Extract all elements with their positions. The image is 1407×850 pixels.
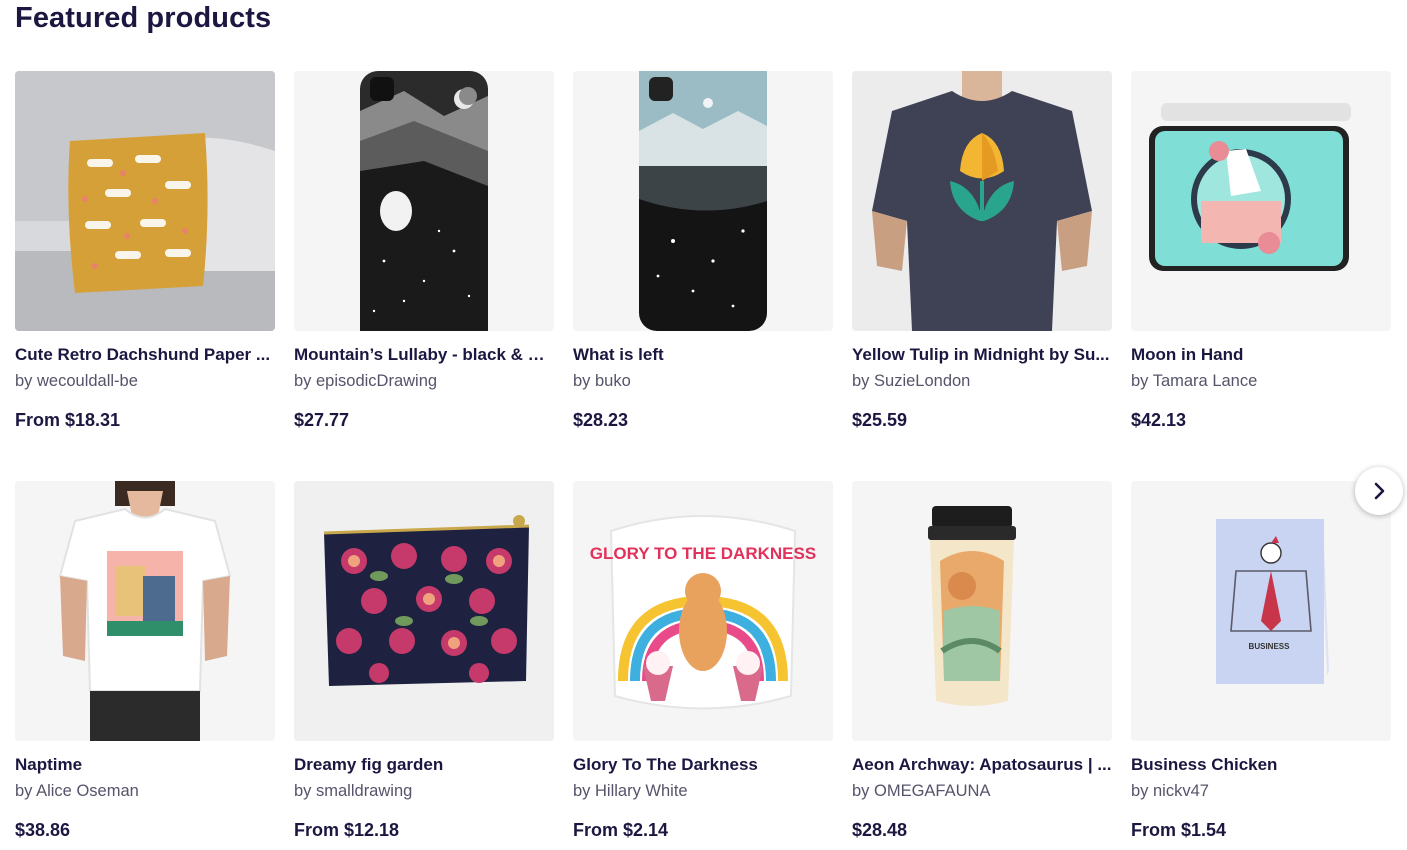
product-artist[interactable]: by Hillary White xyxy=(573,781,833,801)
product-artist[interactable]: by wecouldall-be xyxy=(15,371,275,391)
product-title: Cute Retro Dachshund Paper ... xyxy=(15,345,271,364)
product-price: From $2.14 xyxy=(573,820,669,840)
product-price: $28.23 xyxy=(573,410,629,430)
product-card[interactable]: Moon in Hand by Tamara Lance $42.13 xyxy=(1131,71,1391,481)
product-price: From $12.18 xyxy=(294,820,400,840)
product-image-greeting-card: BUSINESS xyxy=(1131,481,1391,741)
product-artist[interactable]: by nickv47 xyxy=(1131,781,1391,801)
product-artist[interactable]: by episodicDrawing xyxy=(294,371,554,391)
product-price: $28.48 xyxy=(852,820,908,840)
product-artist[interactable]: by SuzieLondon xyxy=(852,371,1112,391)
product-image-sticker: GLORY TO THE DARKNESS xyxy=(573,481,833,741)
product-image-phone-case xyxy=(294,71,554,331)
product-title: Yellow Tulip in Midnight by Su... xyxy=(852,345,1110,364)
product-title: What is left xyxy=(573,345,664,364)
product-image-t-shirt xyxy=(852,71,1112,331)
product-price: $42.13 xyxy=(1131,410,1187,430)
product-title: Naptime xyxy=(15,755,83,774)
product-price: $38.86 xyxy=(15,820,71,840)
product-title: Aeon Archway: Apatosaurus | ... xyxy=(852,755,1112,774)
product-image-pillow xyxy=(15,71,275,331)
product-image-fitted-t-shirt xyxy=(15,481,275,741)
product-image-laptop-sleeve xyxy=(1131,71,1391,331)
product-title: Moon in Hand xyxy=(1131,345,1244,364)
product-grid: Cute Retro Dachshund Paper ... by wecoul… xyxy=(15,71,1393,850)
carousel-next-button[interactable] xyxy=(1355,467,1403,515)
product-price: From $1.54 xyxy=(1131,820,1227,840)
product-artist[interactable]: by Tamara Lance xyxy=(1131,371,1391,391)
product-card[interactable]: Aeon Archway: Apatosaurus | ... by OMEGA… xyxy=(852,481,1112,850)
product-image-travel-mug xyxy=(852,481,1112,741)
card-artwork-text: BUSINESS xyxy=(1249,642,1291,651)
product-title: Glory To The Darkness xyxy=(573,755,758,774)
product-price: $25.59 xyxy=(852,410,908,430)
chevron-right-icon xyxy=(1374,482,1385,500)
product-card[interactable]: Naptime by Alice Oseman $38.86 xyxy=(15,481,275,850)
section-title: Featured products xyxy=(15,2,272,34)
product-card[interactable]: BUSINESS Business Chicken by nickv47 Fro… xyxy=(1131,481,1391,850)
product-card[interactable]: What is left by buko $28.23 xyxy=(573,71,833,481)
product-price: From $18.31 xyxy=(15,410,121,430)
product-artist[interactable]: by buko xyxy=(573,371,833,391)
product-artist[interactable]: by Alice Oseman xyxy=(15,781,275,801)
product-title: Business Chicken xyxy=(1131,755,1278,774)
product-image-phone-case xyxy=(573,71,833,331)
product-artist[interactable]: by OMEGAFAUNA xyxy=(852,781,1112,801)
product-price: $27.77 xyxy=(294,410,350,430)
product-image-zipper-pouch xyxy=(294,481,554,741)
product-card[interactable]: Mountain’s Lullaby - black & w... by epi… xyxy=(294,71,554,481)
product-title: Mountain’s Lullaby - black & w... xyxy=(294,345,554,364)
featured-products-page: Featured products Cute Retro Dachshund P… xyxy=(0,0,1407,850)
product-title: Dreamy fig garden xyxy=(294,755,444,774)
product-card[interactable]: Yellow Tulip in Midnight by Su... by Suz… xyxy=(852,71,1112,481)
sticker-artwork-text: GLORY TO THE DARKNESS xyxy=(590,544,816,563)
product-artist[interactable]: by smalldrawing xyxy=(294,781,554,801)
product-card[interactable]: Dreamy fig garden by smalldrawing From $… xyxy=(294,481,554,850)
product-card[interactable]: GLORY TO THE DARKNESS Glory To The Darkn… xyxy=(573,481,833,850)
product-card[interactable]: Cute Retro Dachshund Paper ... by wecoul… xyxy=(15,71,275,481)
